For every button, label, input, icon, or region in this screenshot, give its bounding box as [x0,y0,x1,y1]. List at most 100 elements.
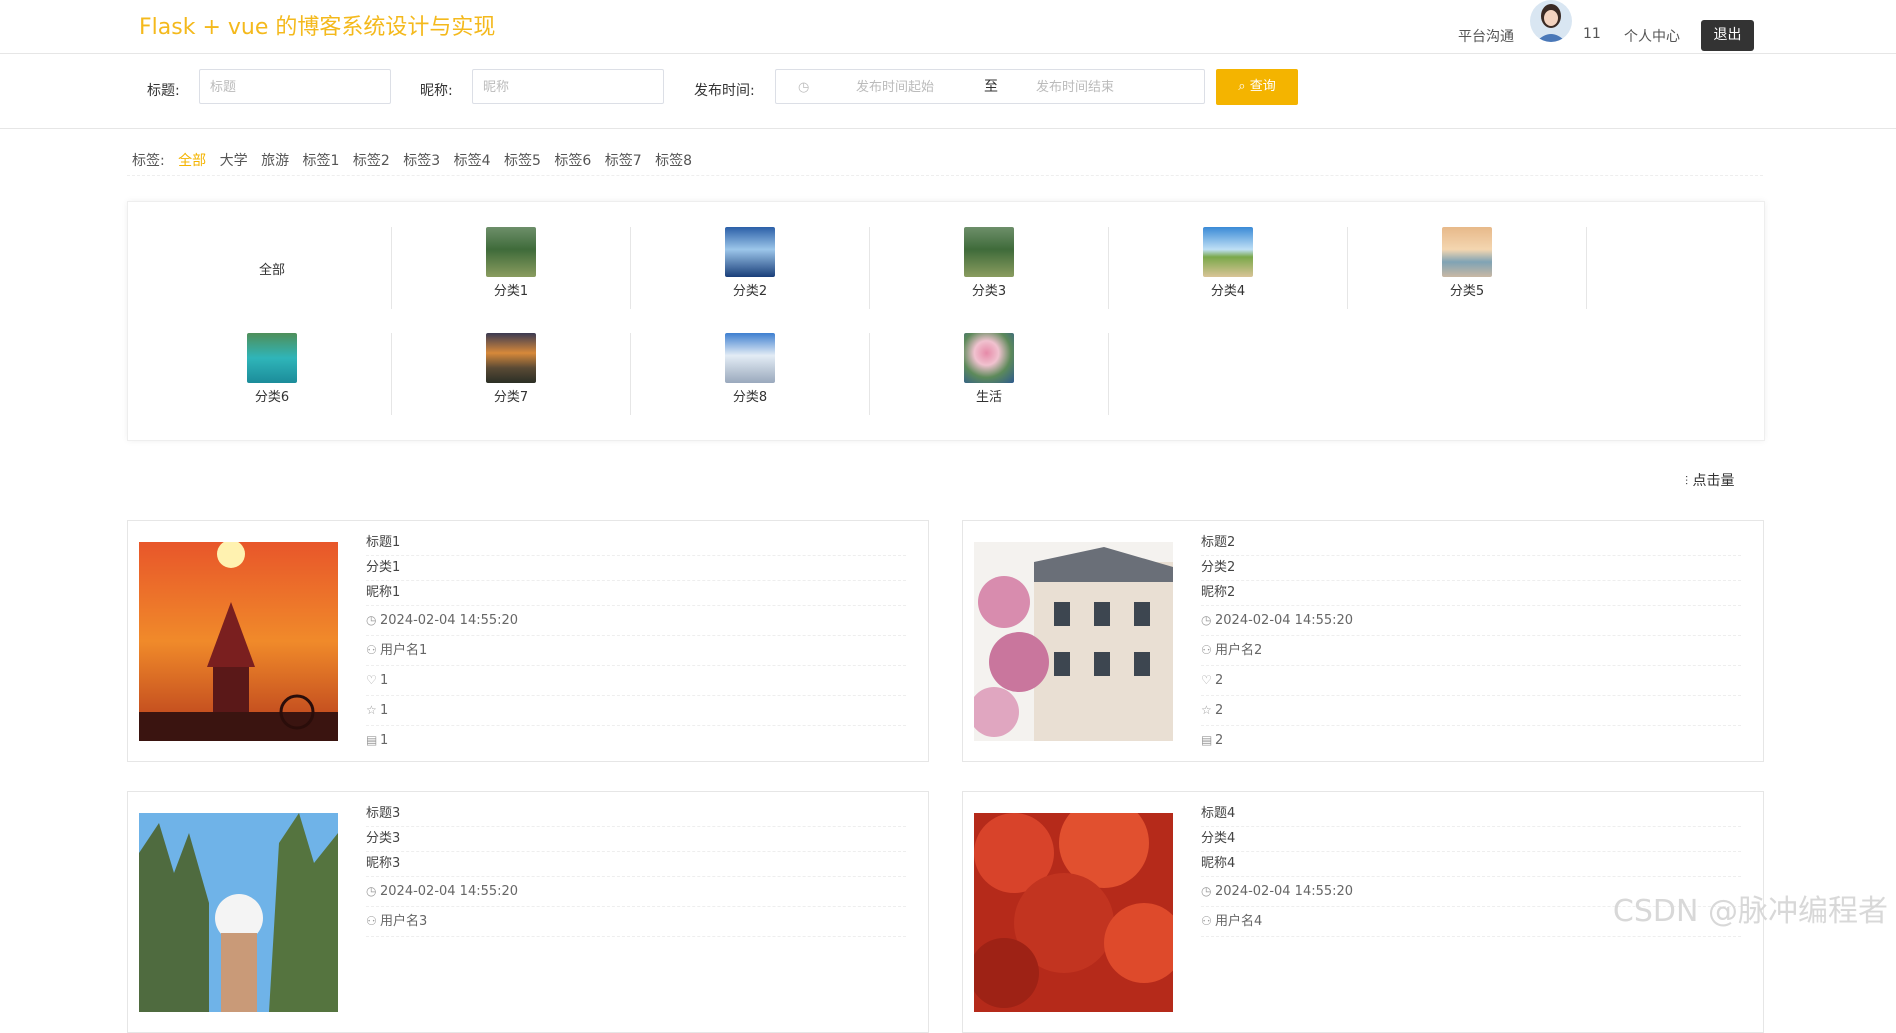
post-title[interactable]: 标题2 [1201,531,1741,556]
post-user-row: ⚇ 用户名3 [366,907,906,937]
clock-icon: ◷ [1201,884,1212,898]
post-nickname: 昵称2 [1201,581,1741,606]
category-label: 分类8 [732,390,768,405]
title-input[interactable]: 标题 [199,69,391,104]
category-label: 分类4 [1210,284,1246,299]
comment-icon[interactable]: ▤ [366,726,380,755]
category-item[interactable]: 分类4 [1109,227,1348,309]
category-panel: 全部 分类1 分类2 分类3 分类4 分类5 分类6 分类7 分类8 生活 [127,201,1765,441]
thumbs-up-icon[interactable]: ♡ [366,666,380,695]
category-item[interactable]: 分类8 [631,333,870,415]
category-thumbnail [725,227,775,277]
category-item[interactable]: 分类6 [153,333,392,415]
post-comments: 2 [1215,733,1224,748]
start-date-input[interactable]: 发布时间起始 [856,70,934,105]
tag-item[interactable]: 标签8 [655,153,692,169]
tag-item[interactable]: 标签6 [554,153,591,169]
category-label: 分类7 [493,390,529,405]
category-all[interactable]: 全部 [153,227,392,309]
star-icon[interactable]: ☆ [366,696,380,725]
category-item[interactable]: 分类2 [631,227,870,309]
site-title[interactable]: Flask + vue 的博客系统设计与实现 [139,9,495,41]
tag-all[interactable]: 全部 [178,153,206,169]
category-label: 分类6 [254,390,290,405]
post-comments-row: ▤ 1 [366,726,906,755]
search-bar: 标题: 标题 昵称: 昵称 发布时间: ◷ 发布时间起始 至 发布时间结束 ⌕ … [0,53,1896,129]
post-title[interactable]: 标题4 [1201,802,1741,827]
tag-filter-label: 标签: [132,153,165,169]
category-thumbnail [1442,227,1492,277]
post-favorites: 2 [1215,703,1224,718]
avatar[interactable] [1530,0,1572,42]
tag-item[interactable]: 旅游 [261,153,289,169]
category-thumbnail [964,333,1014,383]
thumbs-up-icon[interactable]: ♡ [1201,666,1215,695]
watermark: CSDN @脉冲编程者 [1612,894,1888,929]
post-category: 分类4 [1201,827,1741,852]
count-badge: 11 [1583,26,1601,42]
post-favorites-row: ☆ 2 [1201,696,1741,726]
post-image[interactable] [139,542,338,741]
tag-item[interactable]: 标签7 [605,153,642,169]
profile-link[interactable]: 个人中心 [1624,26,1680,46]
category-thumbnail [486,333,536,383]
tag-item[interactable]: 标签2 [353,153,390,169]
category-label: 分类3 [971,284,1007,299]
sort-by-clicks[interactable]: ⫶ 点击量 [1685,470,1734,490]
post-title[interactable]: 标题3 [366,802,906,827]
post-time: 2024-02-04 14:55:20 [380,613,519,628]
post-card[interactable]: 标题1 分类1 昵称1 ◷ 2024-02-04 14:55:20 ⚇ 用户名1 ♡… [127,520,929,762]
category-label: 分类1 [493,284,529,299]
post-image[interactable] [974,542,1173,741]
category-item[interactable]: 分类7 [392,333,631,415]
post-time: 2024-02-04 14:55:20 [380,884,519,899]
post-category: 分类3 [366,827,906,852]
query-button[interactable]: ⌕ 查询 [1216,69,1298,105]
tag-item[interactable]: 标签3 [403,153,440,169]
tag-item[interactable]: 标签5 [504,153,541,169]
end-date-input[interactable]: 发布时间结束 [1036,70,1114,105]
post-favorites: 1 [380,703,389,718]
post-user: 用户名4 [1215,914,1263,929]
post-user-row: ⚇ 用户名1 [366,636,906,666]
clock-icon: ◷ [798,80,810,95]
post-favorites-row: ☆ 1 [366,696,906,726]
post-title[interactable]: 标题1 [366,531,906,556]
category-item[interactable]: 生活 [870,333,1109,415]
post-card[interactable]: 标题3 分类3 昵称3 ◷ 2024-02-04 14:55:20 ⚇ 用户名3 [127,791,929,1033]
post-info: 标题3 分类3 昵称3 ◷ 2024-02-04 14:55:20 ⚇ 用户名3 [366,802,906,937]
nickname-input[interactable]: 昵称 [472,69,664,104]
query-button-label: 查询 [1249,79,1276,94]
category-item[interactable]: 分类5 [1348,227,1587,309]
post-user: 用户名2 [1215,643,1263,658]
post-user: 用户名1 [380,643,428,658]
range-separator: 至 [984,79,998,95]
tag-item[interactable]: 大学 [220,153,248,169]
user-icon: ⚇ [1201,914,1212,928]
tag-item[interactable]: 标签4 [454,153,491,169]
post-likes-row: ♡ 2 [1201,666,1741,696]
user-icon: ⚇ [366,914,377,928]
post-nickname: 昵称3 [366,852,906,877]
logout-button[interactable]: 退出 [1701,20,1754,51]
post-user-row: ⚇ 用户名2 [1201,636,1741,666]
post-time: 2024-02-04 14:55:20 [1215,613,1354,628]
platform-chat-link[interactable]: 平台沟通 [1458,26,1514,46]
category-item[interactable]: 分类3 [870,227,1109,309]
post-image[interactable] [139,813,338,1012]
post-category: 分类2 [1201,556,1741,581]
category-thumbnail [725,333,775,383]
title-filter-label: 标题: [147,83,180,99]
post-card[interactable]: 标题2 分类2 昵称2 ◷ 2024-02-04 14:55:20 ⚇ 用户名2 ♡… [962,520,1764,762]
tag-item[interactable]: 标签1 [303,153,340,169]
divider [127,175,1763,176]
post-category: 分类1 [366,556,906,581]
post-user: 用户名3 [380,914,428,929]
category-item[interactable]: 分类1 [392,227,631,309]
date-range-picker[interactable]: ◷ 发布时间起始 至 发布时间结束 [775,69,1205,104]
post-image[interactable] [974,813,1173,1012]
post-likes: 2 [1215,673,1224,688]
star-icon[interactable]: ☆ [1201,696,1215,725]
comment-icon[interactable]: ▤ [1201,726,1215,755]
post-info: 标题1 分类1 昵称1 ◷ 2024-02-04 14:55:20 ⚇ 用户名1 ♡… [366,531,906,755]
